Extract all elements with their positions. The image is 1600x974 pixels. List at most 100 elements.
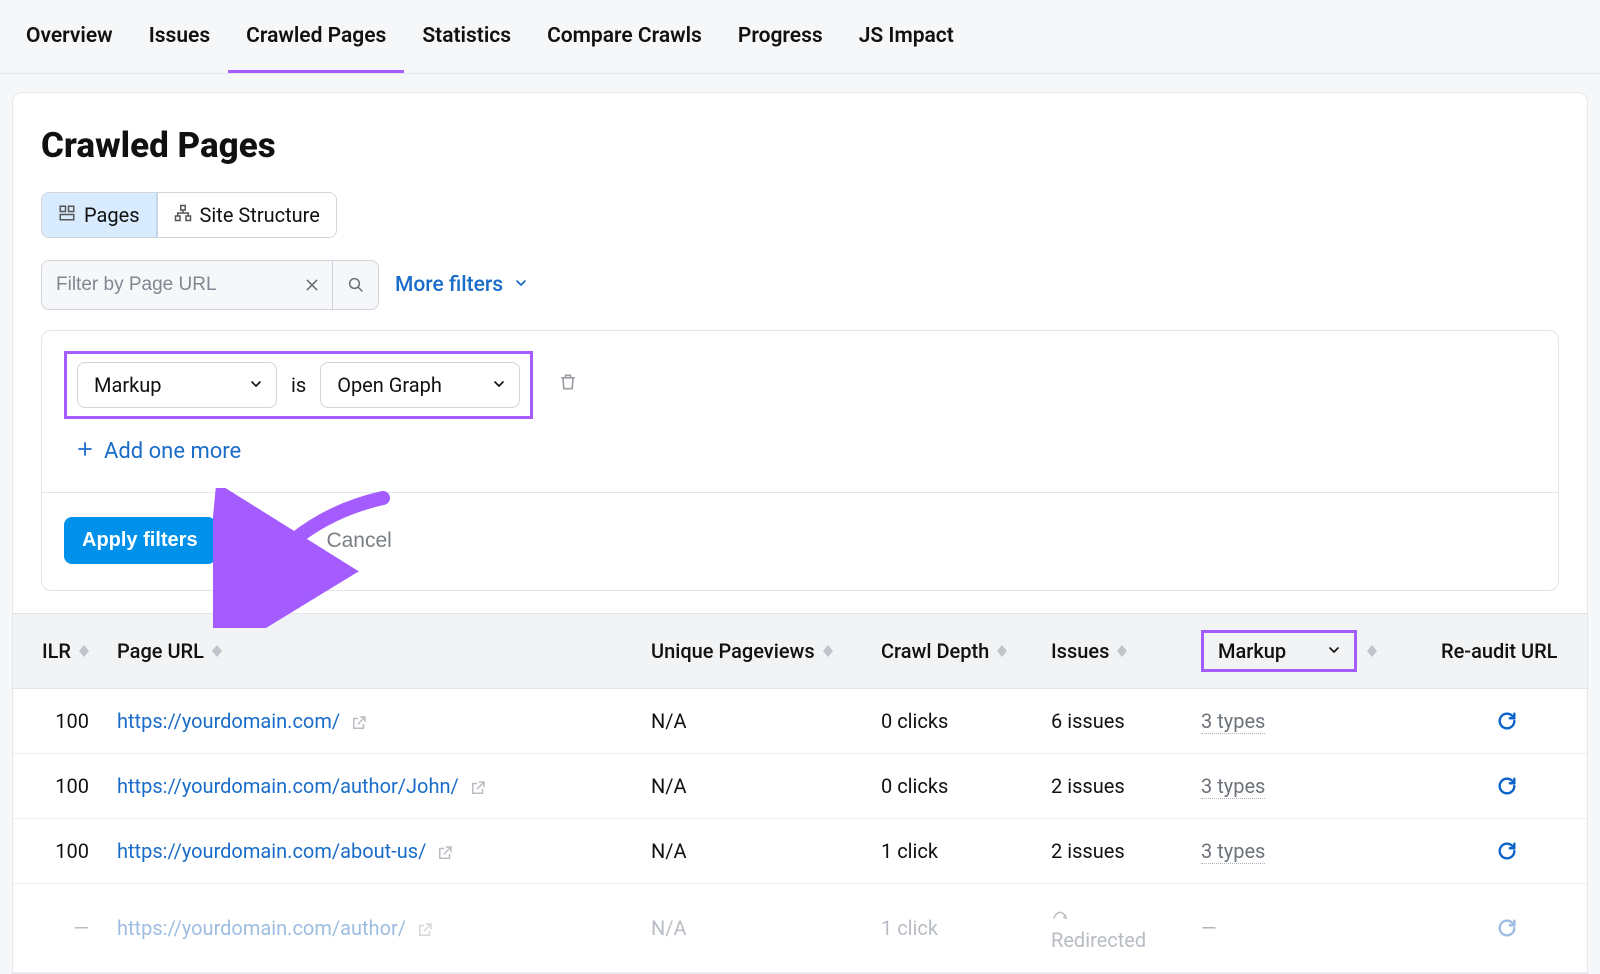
cell-issues[interactable]: 2 issues [1037,754,1187,819]
view-toggle: Pages Site Structure [41,192,337,238]
reaudit-icon[interactable] [1441,840,1573,862]
reaudit-icon[interactable] [1441,710,1573,732]
markup-column-select[interactable]: Markup [1201,630,1357,672]
tab-issues[interactable]: Issues [131,0,228,73]
col-unique-pageviews[interactable]: Unique Pageviews [637,614,867,689]
sort-icon [1117,645,1127,657]
cell-markup[interactable]: 3 types [1187,754,1427,819]
cell-ilr: 100 [13,754,103,819]
page-url-link[interactable]: https://yourdomain.com/ [117,709,340,733]
col-reaudit: Re-audit URL [1427,614,1587,689]
cell-ilr: 100 [13,689,103,754]
tab-statistics[interactable]: Statistics [404,0,529,73]
cancel-button[interactable]: Cancel [326,529,391,553]
more-filters-link[interactable]: More filters [395,273,529,297]
top-tabs: OverviewIssuesCrawled PagesStatisticsCom… [0,0,1600,74]
add-one-more-label: Add one more [104,439,241,464]
cell-pageviews: N/A [637,819,867,884]
page-card: Crawled Pages Pages Site Structure [12,92,1588,974]
reaudit-icon[interactable] [1441,775,1573,797]
external-link-icon[interactable] [416,921,434,939]
cell-markup[interactable]: 3 types [1187,819,1427,884]
filter-field-select[interactable]: Markup [77,362,277,408]
tab-progress[interactable]: Progress [720,0,841,73]
view-toggle-site-structure[interactable]: Site Structure [157,193,336,237]
cell-page-url: https://yourdomain.com/author/John/ [103,754,637,819]
col-issues[interactable]: Issues [1037,614,1187,689]
tab-overview[interactable]: Overview [8,0,131,73]
cell-reaudit [1427,754,1587,819]
table-row: — https://yourdomain.com/author/N/A1 clic… [13,884,1587,973]
site-structure-icon [174,203,192,227]
external-link-icon[interactable] [350,714,368,732]
more-filters-label: More filters [395,273,503,297]
cell-crawl-depth: 0 clicks [867,689,1037,754]
redirect-icon [1051,904,1173,928]
cell-page-url: https://yourdomain.com/ [103,689,637,754]
cell-crawl-depth: 1 click [867,884,1037,973]
view-toggle-pages-label: Pages [84,203,140,227]
cell-reaudit [1427,884,1587,973]
view-toggle-pages[interactable]: Pages [42,193,157,237]
crawled-pages-table: ILR Page URL Unique Pageviews Crawl Dept… [13,613,1587,973]
search-icon[interactable] [332,261,378,309]
add-one-more[interactable]: Add one more [64,419,1536,486]
tab-js-impact[interactable]: JS Impact [841,0,972,73]
tab-crawled-pages[interactable]: Crawled Pages [228,0,404,73]
cell-markup: — [1187,884,1427,973]
cell-page-url: https://yourdomain.com/author/ [103,884,637,973]
cell-issues[interactable]: 6 issues [1037,689,1187,754]
view-toggle-site-structure-label: Site Structure [200,203,320,227]
sort-icon [823,645,833,657]
reaudit-icon[interactable] [1441,917,1573,939]
sort-icon [997,645,1007,657]
chevron-down-icon [1326,639,1342,663]
external-link-icon[interactable] [469,779,487,797]
crawled-pages-table-wrap: ILR Page URL Unique Pageviews Crawl Dept… [13,613,1587,973]
tab-compare-crawls[interactable]: Compare Crawls [529,0,720,73]
cell-crawl-depth: 1 click [867,819,1037,884]
col-crawl-depth[interactable]: Crawl Depth [867,614,1037,689]
filter-field-value: Markup [94,373,162,397]
filter-value-value: Open Graph [337,373,442,397]
cell-pageviews: N/A [637,689,867,754]
pages-icon [58,203,76,227]
page-url-link[interactable]: https://yourdomain.com/about-us/ [117,839,426,863]
url-filter [41,260,379,310]
filter-value-select[interactable]: Open Graph [320,362,520,408]
trash-icon[interactable] [558,372,578,392]
filter-condition-highlight: Markup is Open Graph [64,351,533,419]
sort-icon [212,645,222,657]
chevron-down-icon [513,273,529,297]
col-ilr[interactable]: ILR [13,614,103,689]
chevron-down-icon [491,373,507,397]
page-url-link[interactable]: https://yourdomain.com/author/John/ [117,774,459,798]
plus-icon [76,439,94,464]
cell-markup[interactable]: 3 types [1187,689,1427,754]
filter-builder: Markup is Open Graph [41,330,1559,591]
sort-icon [1367,645,1377,657]
reset-button[interactable]: Reset [244,529,299,553]
sort-icon [79,645,89,657]
page-title: Crawled Pages [41,125,1559,166]
table-row: 100 https://yourdomain.com/author/John/N/… [13,754,1587,819]
cell-pageviews: N/A [637,754,867,819]
url-filter-input[interactable] [42,262,292,308]
cell-reaudit [1427,819,1587,884]
url-filter-row: More filters [41,260,1559,310]
col-page-url[interactable]: Page URL [103,614,637,689]
cell-crawl-depth: 0 clicks [867,754,1037,819]
table-row: 100 https://yourdomain.com/N/A0 clicks6 i… [13,689,1587,754]
chevron-down-icon [248,373,264,397]
page-url-link[interactable]: https://yourdomain.com/author/ [117,916,406,940]
apply-filters-button[interactable]: Apply filters [64,517,216,564]
cell-issues[interactable]: 2 issues [1037,819,1187,884]
cell-ilr: 100 [13,819,103,884]
filter-operator: is [291,373,306,397]
cell-issues[interactable]: Redirected [1037,884,1187,973]
external-link-icon[interactable] [436,844,454,862]
col-markup[interactable]: Markup [1187,614,1427,689]
clear-icon[interactable] [292,261,332,309]
cell-pageviews: N/A [637,884,867,973]
cell-page-url: https://yourdomain.com/about-us/ [103,819,637,884]
